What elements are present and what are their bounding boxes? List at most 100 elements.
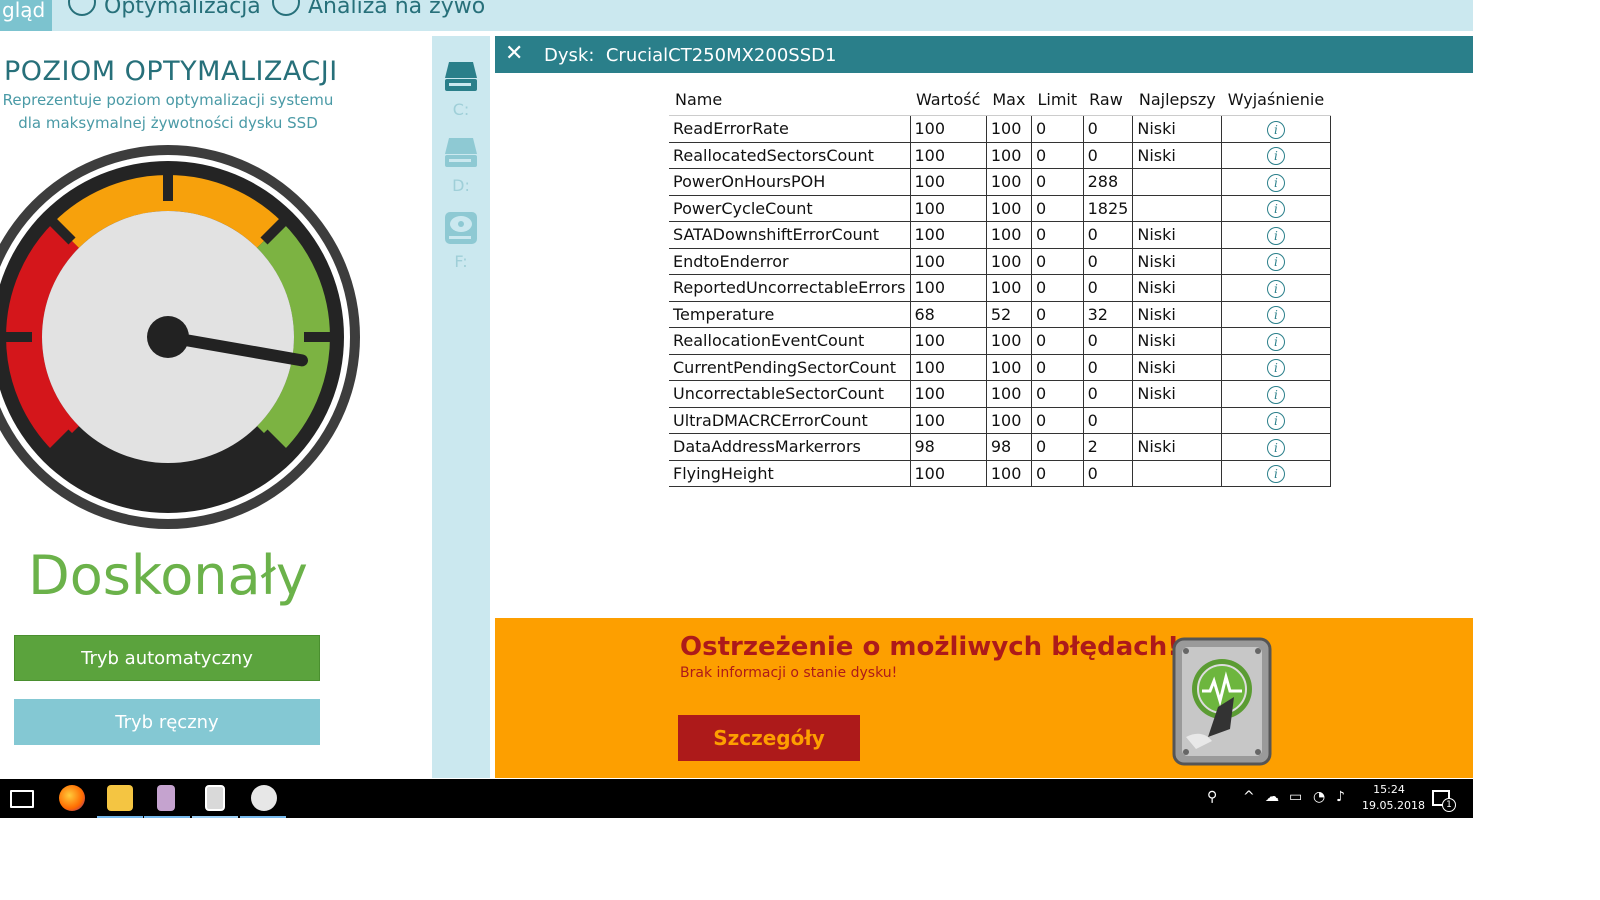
drive-d[interactable]: D: [432, 134, 490, 195]
cell-max: 100 [986, 168, 1032, 196]
disk-detail-header: ✕ Dysk: CrucialCT250MX200SSD1 [495, 36, 1473, 73]
wifi-icon[interactable]: ◔ [1313, 789, 1325, 805]
cell-name: UncorrectableSectorCount [669, 380, 911, 408]
col-name: Name [669, 82, 910, 116]
info-icon[interactable]: i [1266, 120, 1285, 139]
drive-f[interactable]: F: [432, 210, 490, 271]
system-clock[interactable]: 15:24 19.05.2018 [1362, 782, 1425, 814]
cell-best: Niski [1132, 115, 1223, 143]
volume-icon[interactable]: ♪ [1336, 789, 1345, 805]
cell-max: 100 [986, 407, 1032, 434]
file-explorer-icon[interactable] [107, 785, 133, 811]
table-row: ReallocatedSectorsCount 100 100 0 0 Niski i [669, 142, 1331, 169]
paint-icon[interactable] [251, 785, 277, 811]
windows-taskbar: ⚲ ^ ☁ ▭ ◔ ♪ 15:24 19.05.2018 1 [0, 779, 1473, 818]
tab-overview[interactable]: gląd [0, 0, 52, 31]
col-value: Wartość [910, 82, 987, 116]
cell-value: 100 [910, 460, 987, 487]
notifications-icon[interactable]: 1 [1432, 790, 1456, 812]
cell-value: 68 [910, 301, 987, 328]
cell-name: FlyingHeight [669, 460, 911, 487]
info-icon[interactable]: i [1266, 465, 1285, 484]
ssd-tool-running-indicator [192, 816, 238, 818]
cell-explanation: i [1221, 433, 1331, 461]
info-icon[interactable]: i [1266, 438, 1285, 457]
details-button[interactable]: Szczegóły [678, 715, 860, 761]
info-icon[interactable]: i [1266, 147, 1285, 166]
col-raw: Raw [1083, 82, 1133, 116]
warning-subtitle: Brak informacji o stanie dysku! [680, 665, 898, 681]
battery-icon[interactable]: ▭ [1289, 789, 1302, 805]
top-navigation: gląd Optymalizacja Analiza na żywo [0, 0, 1473, 31]
cell-limit: 0 [1031, 301, 1084, 328]
info-icon[interactable]: i [1266, 306, 1285, 325]
cell-limit: 0 [1031, 195, 1084, 222]
optimization-title: POZIOM OPTYMALIZACJI [4, 56, 338, 87]
cell-explanation: i [1221, 115, 1331, 143]
tab-optimization[interactable]: Optymalizacja [68, 0, 261, 31]
info-icon[interactable]: i [1266, 279, 1285, 298]
cell-value: 100 [910, 248, 987, 275]
cell-raw: 0 [1083, 221, 1134, 249]
info-icon[interactable]: i [1266, 253, 1285, 272]
auto-mode-button[interactable]: Tryb automatyczny [14, 635, 320, 681]
cell-name: Temperature [669, 301, 911, 328]
cell-limit: 0 [1031, 168, 1084, 196]
cell-best [1132, 407, 1223, 434]
info-icon[interactable]: i [1266, 359, 1285, 378]
cell-max: 100 [986, 195, 1032, 222]
cell-explanation: i [1221, 274, 1331, 302]
table-row: CurrentPendingSectorCount 100 100 0 0 Niski i [669, 354, 1331, 381]
info-icon[interactable]: i [1266, 200, 1285, 219]
cell-max: 100 [986, 248, 1032, 275]
cell-name: EndtoEnderror [669, 248, 911, 275]
cell-limit: 0 [1031, 115, 1084, 143]
cell-explanation: i [1221, 327, 1331, 355]
smart-attributes-table: Name Wartość Max Limit Raw Najlepszy Wyj… [669, 82, 1331, 487]
manual-mode-button[interactable]: Tryb ręczny [14, 699, 320, 745]
cell-explanation: i [1221, 195, 1331, 222]
task-view-icon[interactable] [10, 790, 34, 808]
cloud-icon[interactable]: ☁ [1265, 789, 1279, 805]
warning-title: Ostrzeżenie o możliwych błędach! [680, 632, 1180, 662]
optimization-panel: POZIOM OPTYMALIZACJI Reprezentuje poziom… [0, 36, 432, 778]
tab-overview-label: gląd [2, 0, 46, 22]
close-icon[interactable]: ✕ [505, 41, 523, 66]
info-icon[interactable]: i [1266, 332, 1285, 351]
cell-raw: 32 [1083, 301, 1134, 328]
firefox-icon[interactable] [59, 785, 85, 811]
tab-live-analysis[interactable]: Analiza na żywo [272, 0, 485, 31]
cell-explanation: i [1221, 301, 1331, 328]
info-icon[interactable]: i [1266, 412, 1285, 431]
cell-best [1132, 168, 1223, 196]
table-row: FlyingHeight 100 100 0 0 i [669, 460, 1331, 487]
table-row: SATADownshiftErrorCount 100 100 0 0 Niski i [669, 221, 1331, 249]
cell-name: ReallocationEventCount [669, 327, 911, 355]
cell-explanation: i [1221, 460, 1331, 487]
cell-max: 100 [986, 142, 1032, 169]
info-icon[interactable]: i [1266, 173, 1285, 192]
cell-raw: 0 [1083, 248, 1134, 275]
app-icon[interactable] [157, 785, 175, 811]
hdd-drive-icon [445, 212, 477, 244]
ssd-tool-icon[interactable] [205, 785, 225, 811]
cell-name: SATADownshiftErrorCount [669, 221, 911, 249]
cell-name: ReallocatedSectorsCount [669, 142, 911, 169]
drive-c[interactable]: C: [432, 58, 490, 119]
cell-value: 100 [910, 327, 987, 355]
cell-value: 100 [910, 380, 987, 408]
cell-best [1132, 195, 1223, 222]
disk-health-icon [1172, 637, 1272, 766]
info-icon[interactable]: i [1266, 226, 1285, 245]
cell-raw: 288 [1083, 168, 1134, 196]
chevron-up-icon[interactable]: ^ [1243, 789, 1255, 805]
optimization-subtitle-2: dla maksymalnej żywotności dysku SSD [18, 114, 318, 132]
info-icon[interactable]: i [1266, 385, 1285, 404]
cell-name: UltraDMACRCErrorCount [669, 407, 911, 434]
table-row: PowerCycleCount 100 100 0 1825 i [669, 195, 1331, 222]
drive-c-label: C: [452, 100, 470, 119]
cell-value: 100 [910, 274, 987, 302]
people-icon[interactable]: ⚲ [1207, 789, 1217, 805]
cell-limit: 0 [1031, 142, 1084, 169]
cell-max: 100 [986, 115, 1032, 143]
